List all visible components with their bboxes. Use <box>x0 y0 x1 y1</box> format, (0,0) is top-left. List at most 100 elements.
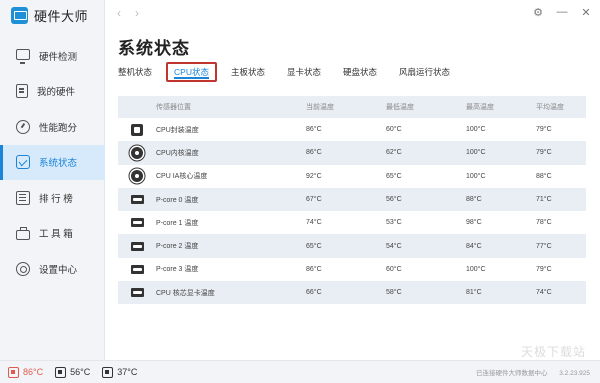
min-temp: 56°C <box>386 196 402 204</box>
logo-icon <box>11 7 28 24</box>
current-temp: 86°C <box>306 265 322 273</box>
sensor-table: 传感器位置 当前温度 最低温度 最高温度 平均温度 CPU封装温度 86°C 6… <box>118 96 586 305</box>
sidebar: 硬件大师 硬件检测 我的硬件 性能跑分 系统状态 排 行 榜 工 具 箱 设置中… <box>0 0 105 360</box>
sidebar-item-settings[interactable]: 设置中心 <box>0 251 105 287</box>
back-icon[interactable]: ‹ <box>117 6 135 20</box>
core-icon <box>130 241 144 251</box>
max-temp: 100°C <box>466 126 486 134</box>
close-icon[interactable]: ✕ <box>580 6 592 19</box>
avg-temp: 79°C <box>536 126 552 134</box>
sidebar-item-system-status[interactable]: 系统状态 <box>0 144 105 180</box>
gpu-temp-indicator: 56°C <box>55 366 91 378</box>
footer-info: 已连接硬件大师数据中心 3.2.23.925 <box>466 367 590 377</box>
sidebar-item-label: 系统状态 <box>39 158 78 170</box>
max-temp: 88°C <box>466 196 482 204</box>
cpu-package-icon <box>131 123 143 136</box>
tab-motherboard-status[interactable]: 主板状态 <box>231 64 265 80</box>
sensor-name: CPU内核温度 <box>156 149 199 157</box>
cpu-icon <box>8 366 19 378</box>
avg-temp: 79°C <box>536 265 552 273</box>
gauge-icon <box>16 119 30 134</box>
avg-temp: 88°C <box>536 172 552 180</box>
app-logo: 硬件大师 <box>11 6 88 25</box>
tab-disk-status[interactable]: 硬盘状态 <box>343 64 377 80</box>
history-nav: ‹› <box>117 6 153 20</box>
sidebar-item-benchmark[interactable]: 性能跑分 <box>0 109 105 145</box>
minimize-icon[interactable]: — <box>556 6 568 19</box>
current-temp: 67°C <box>306 196 322 204</box>
table-row: P-core 0 温度 67°C 56°C 88°C 71°C <box>118 187 586 212</box>
tab-machine-status[interactable]: 整机状态 <box>118 64 152 80</box>
sensor-name: P-core 0 温度 <box>156 196 199 204</box>
max-temp: 100°C <box>466 149 486 157</box>
status-icon <box>16 155 30 170</box>
sidebar-item-hardware-detect[interactable]: 硬件检测 <box>0 38 105 74</box>
core-icon <box>130 218 144 228</box>
connection-status: 已连接硬件大师数据中心 <box>475 370 548 377</box>
gear-icon[interactable]: ⚙ <box>532 6 544 19</box>
title-bar: ‹› ⚙ — ✕ <box>105 0 600 28</box>
min-temp: 60°C <box>386 265 402 273</box>
column-header-sensor: 传感器位置 <box>156 104 191 111</box>
page-title: 系统状态 <box>118 39 190 58</box>
sidebar-item-label: 我的硬件 <box>37 87 76 99</box>
app-title: 硬件大师 <box>34 9 89 24</box>
core-icon <box>130 264 144 274</box>
sidebar-item-label: 排 行 榜 <box>39 193 73 205</box>
tab-label: CPU状态 <box>174 67 209 79</box>
gpu-temp-value: 56°C <box>70 367 91 377</box>
tab-fan-status[interactable]: 风扇运行状态 <box>399 64 450 80</box>
sidebar-item-toolbox[interactable]: 工 具 箱 <box>0 216 105 252</box>
cpu-core-icon <box>131 170 143 183</box>
sidebar-item-label: 性能跑分 <box>39 122 78 134</box>
avg-temp: 74°C <box>536 289 552 297</box>
column-header-min: 最低温度 <box>386 104 414 111</box>
core-icon <box>130 195 144 205</box>
min-temp: 58°C <box>386 289 402 297</box>
sidebar-item-my-hardware[interactable]: 我的硬件 <box>0 74 105 110</box>
sidebar-item-label: 硬件检测 <box>39 51 78 63</box>
max-temp: 81°C <box>466 289 482 297</box>
table-row: CPU内核温度 86°C 62°C 100°C 79°C <box>118 141 586 165</box>
document-icon <box>16 84 28 99</box>
forward-icon[interactable]: › <box>135 6 153 20</box>
disk-icon <box>102 366 114 378</box>
status-bar: 86°C 56°C 37°C 已连接硬件大师数据中心 3.2.23.925 <box>0 360 600 383</box>
gpu-core-icon <box>130 288 144 298</box>
table-row: CPU封装温度 86°C 60°C 100°C 79°C <box>118 118 586 141</box>
ranking-icon <box>16 190 30 205</box>
min-temp: 54°C <box>386 242 402 250</box>
min-temp: 60°C <box>386 126 402 134</box>
sidebar-item-label: 工 具 箱 <box>39 229 73 241</box>
sidebar-nav: 硬件检测 我的硬件 性能跑分 系统状态 排 行 榜 工 具 箱 设置中心 <box>0 38 105 287</box>
gpu-icon <box>55 366 67 378</box>
min-temp: 53°C <box>386 219 402 227</box>
cpu-temp-value: 86°C <box>23 367 44 377</box>
column-header-avg: 平均温度 <box>536 104 564 111</box>
table-row: CPU IA核心温度 92°C 65°C 100°C 88°C <box>118 165 586 188</box>
current-temp: 92°C <box>306 172 322 180</box>
current-temp: 86°C <box>306 126 322 134</box>
table-row: P-core 2 温度 65°C 54°C 84°C 77°C <box>118 234 586 258</box>
table-row: P-core 3 温度 86°C 60°C 100°C 79°C <box>118 258 586 281</box>
table-row: P-core 1 温度 74°C 53°C 98°C 78°C <box>118 211 586 234</box>
tab-cpu-status[interactable]: CPU状态 <box>166 62 217 82</box>
sensor-name: CPU 核芯显卡温度 <box>156 289 215 297</box>
monitor-icon <box>16 49 30 65</box>
sensor-name: P-core 2 温度 <box>156 243 199 251</box>
cpu-core-icon <box>131 146 143 159</box>
sensor-name: P-core 1 温度 <box>156 219 199 227</box>
cpu-temp-indicator: 86°C <box>8 366 44 378</box>
current-temp: 66°C <box>306 289 322 297</box>
tab-gpu-status[interactable]: 显卡状态 <box>287 64 321 80</box>
max-temp: 100°C <box>466 172 486 180</box>
max-temp: 84°C <box>466 242 482 250</box>
sidebar-item-ranking[interactable]: 排 行 榜 <box>0 180 105 216</box>
disk-temp-value: 37°C <box>117 367 138 377</box>
watermark: 天极下载站 <box>520 345 586 359</box>
min-temp: 62°C <box>386 149 402 157</box>
current-temp: 65°C <box>306 242 322 250</box>
sensor-name: P-core 3 温度 <box>156 266 199 274</box>
disk-temp-indicator: 37°C <box>102 366 138 378</box>
version-label: 3.2.23.925 <box>559 370 590 377</box>
